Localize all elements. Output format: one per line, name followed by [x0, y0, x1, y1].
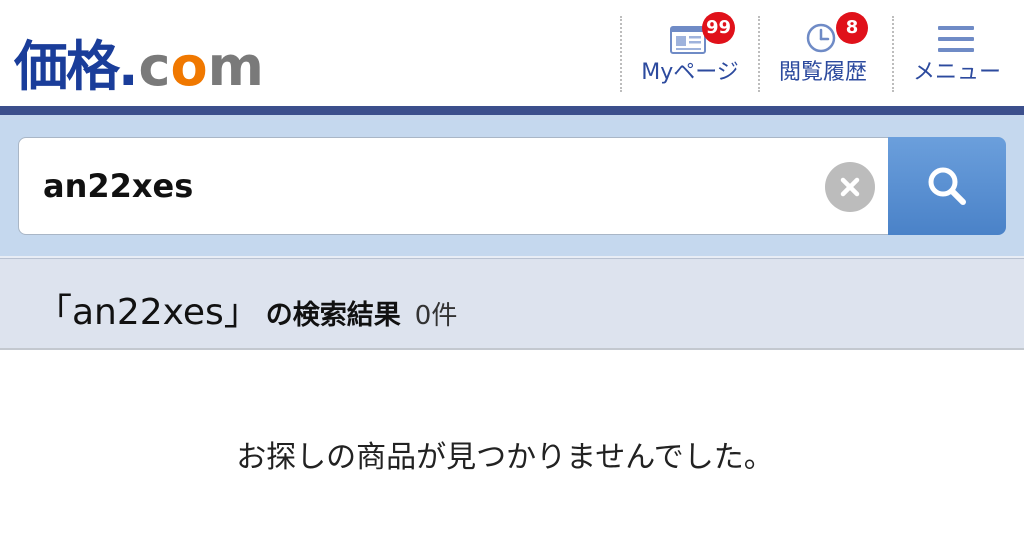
result-query: 「an22xes」: [36, 292, 260, 333]
result-count: 0件: [414, 301, 458, 331]
mypage-badge: 99: [702, 12, 736, 44]
nav-history-label: 閲覧履歴: [778, 60, 867, 85]
nav-mypage[interactable]: 99 Myページ: [626, 12, 754, 94]
clear-search-button[interactable]: [825, 162, 875, 212]
nav-history[interactable]: 8 閲覧履歴: [764, 12, 882, 94]
search-input[interactable]: [43, 138, 823, 234]
logo-o: o: [170, 35, 208, 98]
site-header: 価格. c o m 99 Myページ 8 閲覧履歴 メニュー: [0, 0, 1024, 106]
header-divider: [0, 106, 1024, 115]
result-summary: 「an22xes」 の検索結果 0件: [36, 283, 457, 335]
no-results-message: お探しの商品が見つかりませんでした。: [236, 440, 774, 475]
nav-separator: [620, 16, 622, 92]
nav-menu[interactable]: メニュー: [898, 14, 1016, 94]
history-badge: 8: [836, 12, 868, 44]
mypage-card-icon: [670, 26, 706, 54]
nav-separator: [892, 16, 894, 92]
nav-separator: [758, 16, 760, 92]
logo-c: c: [138, 35, 171, 98]
kakaku-logo[interactable]: 価格. c o m: [14, 22, 264, 98]
hamburger-menu-icon: [938, 26, 974, 52]
search-result-header: 「an22xes」 の検索結果 0件: [0, 258, 1024, 350]
search-submit-button[interactable]: [888, 137, 1006, 235]
nav-menu-label: メニュー: [912, 60, 1001, 85]
logo-kanji: 価格: [14, 35, 120, 98]
clock-icon: [806, 23, 836, 53]
search-bar: [0, 115, 1024, 256]
result-suffix: の検索結果: [265, 300, 401, 331]
magnifier-icon: [928, 167, 966, 205]
nav-mypage-label: Myページ: [641, 60, 739, 85]
search-field-container: [18, 137, 890, 235]
logo-m: m: [207, 35, 264, 98]
logo-dot: .: [118, 35, 139, 98]
clear-x-icon: [840, 177, 860, 197]
